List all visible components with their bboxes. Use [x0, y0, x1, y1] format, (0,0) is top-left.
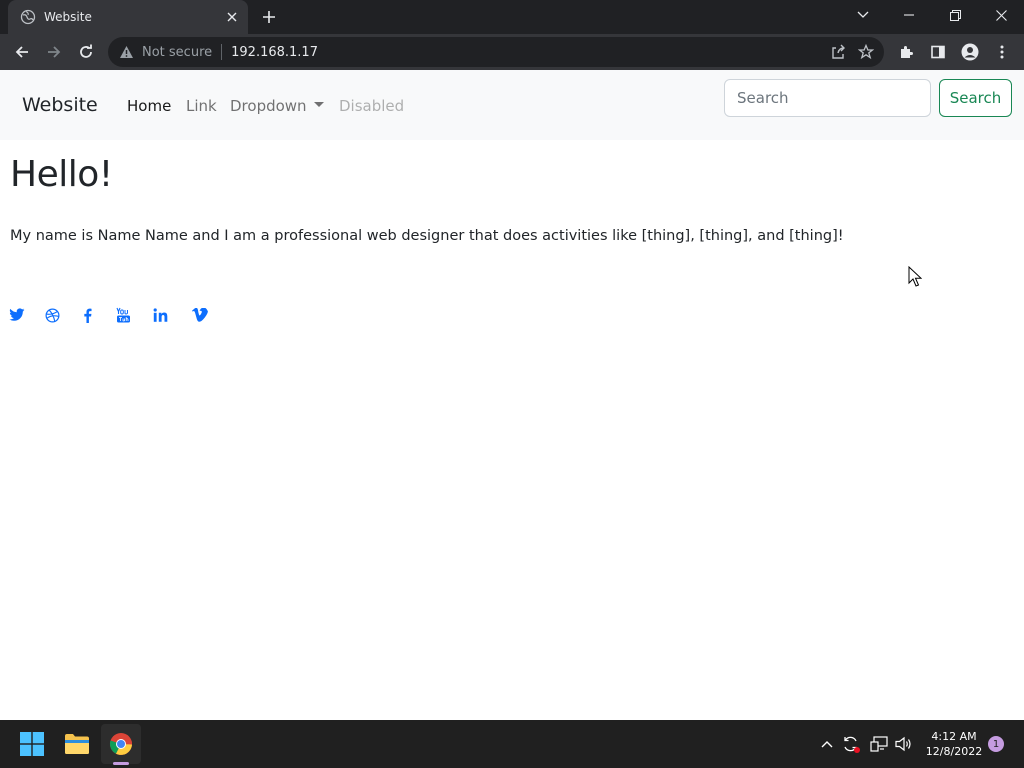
- nav-dropdown[interactable]: Dropdown: [230, 97, 324, 115]
- caret-down-icon: [313, 102, 324, 107]
- youtube-icon[interactable]: [114, 306, 132, 324]
- volume-icon[interactable]: [893, 732, 915, 756]
- search-input[interactable]: [724, 79, 931, 117]
- close-window-icon[interactable]: [978, 0, 1024, 30]
- tab-title: Website: [44, 10, 92, 24]
- side-panel-icon[interactable]: [924, 38, 952, 66]
- share-icon[interactable]: [824, 38, 852, 66]
- close-tab-icon[interactable]: [224, 9, 240, 25]
- intro-text: My name is Name Name and I am a professi…: [10, 228, 844, 244]
- file-explorer-icon[interactable]: [57, 724, 97, 764]
- chrome-icon[interactable]: [101, 724, 141, 764]
- reload-icon[interactable]: [72, 38, 100, 66]
- windows-start-icon[interactable]: [12, 724, 52, 764]
- nav-disabled: Disabled: [339, 97, 405, 115]
- mouse-cursor-icon: [908, 265, 923, 292]
- globe-icon: [20, 9, 36, 25]
- facebook-icon[interactable]: [78, 306, 96, 324]
- web-page: Website Home Link Dropdown Disabled Sear…: [0, 70, 1024, 720]
- address-bar[interactable]: Not secure 192.168.1.17: [108, 37, 884, 67]
- extensions-icon[interactable]: [892, 38, 920, 66]
- vimeo-icon[interactable]: [191, 306, 209, 324]
- linkedin-icon[interactable]: [151, 306, 169, 324]
- taskbar-clock[interactable]: 4:12 AM 12/8/2022: [920, 729, 988, 759]
- menu-dots-icon[interactable]: [988, 38, 1016, 66]
- network-icon[interactable]: [868, 732, 890, 756]
- chevron-up-icon[interactable]: [816, 732, 838, 756]
- address-divider: [221, 44, 223, 60]
- nav-dropdown-label: Dropdown: [230, 97, 307, 115]
- back-icon[interactable]: [8, 38, 36, 66]
- warning-icon[interactable]: [118, 44, 134, 60]
- nav-link[interactable]: Link: [186, 97, 217, 115]
- forward-icon[interactable]: [40, 38, 68, 66]
- profile-icon[interactable]: [956, 38, 984, 66]
- dribbble-icon[interactable]: [43, 306, 61, 324]
- windows-taskbar: 4:12 AM 12/8/2022: [0, 720, 1024, 768]
- sync-icon[interactable]: [840, 732, 862, 756]
- browser-tab-strip: Website: [0, 0, 1024, 34]
- notification-badge[interactable]: 1: [988, 736, 1004, 752]
- url-text[interactable]: 192.168.1.17: [231, 45, 824, 60]
- site-navbar: Website Home Link Dropdown Disabled Sear…: [0, 70, 1024, 140]
- security-status[interactable]: Not secure: [142, 45, 212, 60]
- active-app-indicator: [113, 762, 129, 765]
- page-heading: Hello!: [10, 154, 113, 195]
- search-button[interactable]: Search: [939, 79, 1012, 117]
- minimize-icon[interactable]: [886, 0, 932, 30]
- bookmark-star-icon[interactable]: [852, 38, 880, 66]
- browser-toolbar: Not secure 192.168.1.17: [0, 34, 1024, 70]
- site-brand[interactable]: Website: [22, 94, 98, 116]
- clock-time: 4:12 AM: [931, 730, 977, 743]
- restore-icon[interactable]: [932, 0, 978, 30]
- new-tab-icon[interactable]: [258, 6, 280, 28]
- tab-search-icon[interactable]: [840, 0, 886, 30]
- nav-home[interactable]: Home: [127, 97, 171, 115]
- clock-date: 12/8/2022: [925, 745, 983, 758]
- twitter-icon[interactable]: [8, 306, 26, 324]
- browser-tab[interactable]: Website: [8, 0, 248, 34]
